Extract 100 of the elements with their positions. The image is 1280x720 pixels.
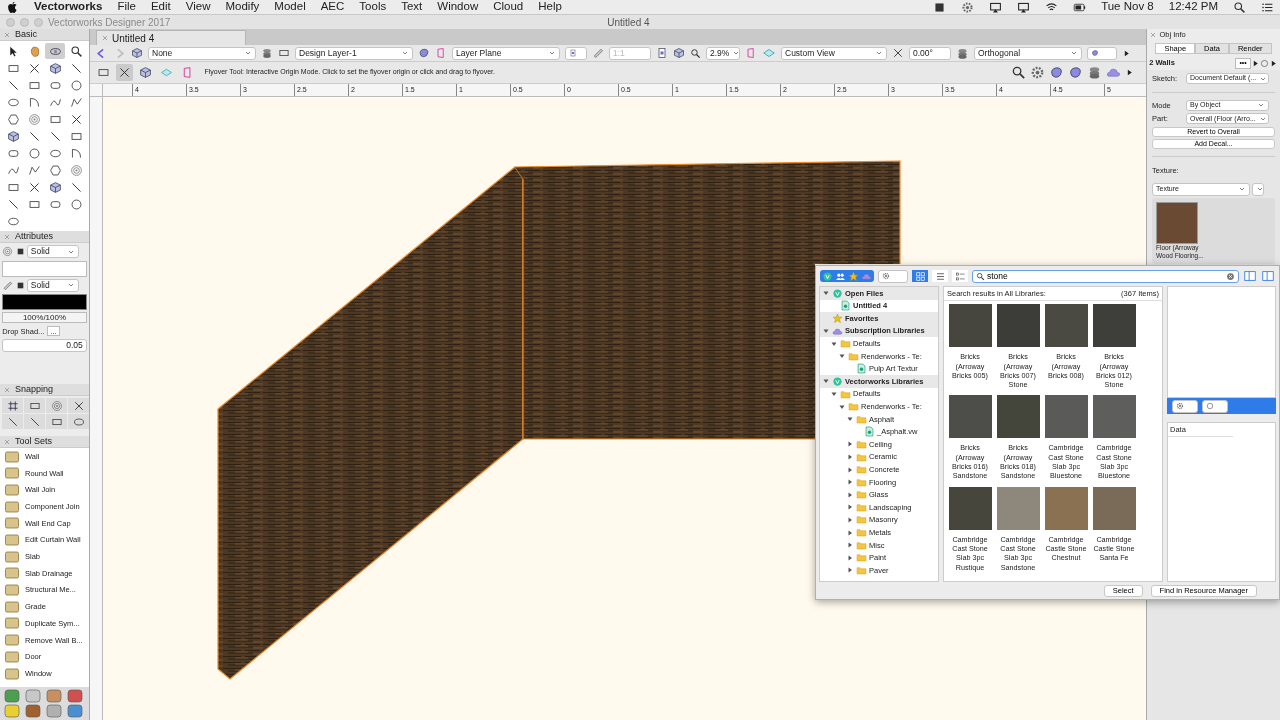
menu-item[interactable]: Tools <box>359 0 387 16</box>
screen-icon[interactable] <box>989 0 1003 14</box>
page-icon[interactable] <box>656 47 668 59</box>
frame-icon[interactable] <box>745 47 757 59</box>
star-icon[interactable] <box>848 270 859 282</box>
category-icon[interactable] <box>44 689 64 703</box>
snap-button[interactable] <box>24 398 45 414</box>
texture-thumbnail[interactable] <box>1044 304 1088 348</box>
texture-thumbnail[interactable] <box>996 304 1040 348</box>
texture-thumbnail[interactable] <box>948 395 992 439</box>
cube-icon[interactable] <box>673 47 685 59</box>
collapsed-triangle-icon[interactable] <box>846 541 854 550</box>
triangle-icon[interactable] <box>1125 68 1134 77</box>
collapsed-triangle-icon[interactable] <box>846 440 854 449</box>
search-field[interactable]: stone <box>972 269 1239 283</box>
snap-button[interactable] <box>68 398 89 414</box>
screen-icon[interactable] <box>1017 0 1031 14</box>
menu-item[interactable]: AEC <box>320 0 345 16</box>
menu-item[interactable]: Window <box>437 0 479 16</box>
gear-icon[interactable] <box>961 0 975 14</box>
collapsed-triangle-icon[interactable] <box>846 453 854 461</box>
blob-icon[interactable] <box>418 47 430 59</box>
rectangle-icon[interactable] <box>278 47 290 59</box>
line-weight-dropdown[interactable]: 0.05 <box>2 339 87 352</box>
class-dropdown[interactable]: None <box>148 46 256 60</box>
search-input[interactable]: stone <box>987 270 1224 282</box>
texture-thumbnail[interactable] <box>948 304 992 348</box>
menu-item[interactable]: Modify <box>225 0 260 16</box>
collapsed-triangle-icon[interactable] <box>846 490 854 499</box>
menu-item[interactable]: Edit <box>150 0 171 16</box>
document-tab[interactable]: Untitled 4 <box>96 30 246 45</box>
panes-icon[interactable] <box>1243 269 1257 283</box>
snap-button[interactable] <box>24 414 45 430</box>
blob-icon[interactable] <box>1068 65 1083 80</box>
gear-icon[interactable] <box>1030 65 1045 80</box>
view-mode-button[interactable] <box>932 270 948 282</box>
category-icon[interactable] <box>65 704 85 718</box>
layers-icon[interactable] <box>1087 65 1102 80</box>
layers-icon[interactable] <box>261 47 273 59</box>
menu-item[interactable]: View <box>185 0 211 16</box>
snap-button[interactable] <box>2 414 23 430</box>
toolbar-button[interactable] <box>137 64 154 81</box>
opacity-field[interactable]: 100%/100% <box>2 312 87 324</box>
projection-dropdown[interactable]: Orthogonal <box>974 46 1082 60</box>
texture-thumbnail[interactable] <box>948 486 992 530</box>
layers-icon[interactable] <box>956 46 969 60</box>
collapsed-triangle-icon[interactable] <box>846 553 854 562</box>
layer-dropdown[interactable]: Design Layer-1 <box>295 46 413 60</box>
collapsed-triangle-icon[interactable] <box>846 528 854 537</box>
color-swatch-icon[interactable] <box>933 0 947 14</box>
blob-icon[interactable] <box>1049 65 1064 80</box>
collapsed-triangle-icon[interactable] <box>846 503 854 512</box>
menu-item[interactable]: Text <box>401 0 423 16</box>
gear-dropdown[interactable] <box>878 269 908 283</box>
cross-icon[interactable] <box>892 47 904 59</box>
cube-icon[interactable] <box>131 47 143 59</box>
texture-thumbnail[interactable] <box>1092 395 1136 439</box>
menu-item[interactable]: File <box>117 0 136 16</box>
pen-style-dropdown[interactable]: Solid <box>26 278 79 292</box>
search-icon[interactable] <box>1233 0 1246 14</box>
snap-button[interactable] <box>2 398 23 414</box>
render-mode-dropdown[interactable] <box>1171 399 1198 413</box>
plane-dropdown[interactable]: Layer Plane <box>452 46 560 60</box>
category-icon[interactable] <box>23 704 43 718</box>
lighting-dropdown[interactable] <box>1202 399 1228 413</box>
category-icon[interactable] <box>65 689 85 703</box>
zoom-dropdown[interactable]: 2.9% <box>706 46 740 60</box>
view-dropdown[interactable]: Custom View <box>781 46 887 60</box>
library-icon[interactable] <box>822 270 833 282</box>
category-icon[interactable] <box>23 689 43 703</box>
angle-field[interactable]: 0.00° <box>909 46 951 60</box>
render-dropdown[interactable] <box>1087 46 1117 60</box>
menu-item[interactable]: Cloud <box>493 0 524 16</box>
collapsed-triangle-icon[interactable] <box>846 516 854 524</box>
texture-thumbnail[interactable] <box>996 486 1040 530</box>
menu-item[interactable]: Help <box>538 0 562 16</box>
category-icon[interactable] <box>44 704 64 718</box>
panes-icon[interactable] <box>1261 269 1275 283</box>
texture-thumbnail[interactable] <box>1044 395 1088 439</box>
collapsed-triangle-icon[interactable] <box>846 465 854 474</box>
ruler-icon[interactable] <box>2 279 14 291</box>
texture-thumbnail[interactable] <box>1092 486 1136 530</box>
search-icon[interactable] <box>690 47 701 59</box>
snap-button[interactable] <box>46 414 67 430</box>
texture-thumbnail[interactable] <box>1044 486 1088 530</box>
view-mode-button[interactable] <box>912 270 928 282</box>
clear-icon[interactable] <box>1226 271 1235 281</box>
texture-thumbnail[interactable] <box>1092 304 1136 348</box>
snap-button[interactable] <box>68 414 89 430</box>
menu-item[interactable]: Model <box>274 0 306 16</box>
view-mode-button[interactable] <box>952 270 968 282</box>
texture-thumbnail[interactable] <box>996 395 1040 439</box>
category-icon[interactable] <box>2 689 22 703</box>
frame-icon[interactable] <box>435 47 447 59</box>
category-icon[interactable] <box>2 704 22 718</box>
collapsed-triangle-icon[interactable] <box>846 478 854 487</box>
fill-style-dropdown[interactable]: Solid <box>26 245 79 259</box>
toolbar-button[interactable] <box>116 64 133 81</box>
collapsed-triangle-icon[interactable] <box>846 566 854 575</box>
app-menu[interactable]: Vectorworks <box>34 0 103 16</box>
